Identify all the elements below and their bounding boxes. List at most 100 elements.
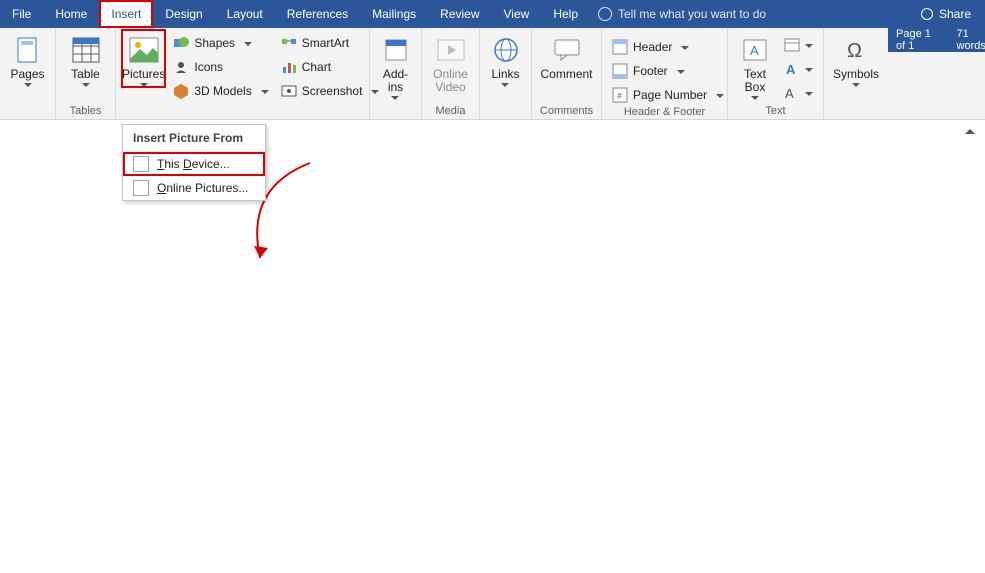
textbox-button[interactable]: A Text Box (734, 30, 776, 100)
chevron-down-icon (751, 96, 759, 100)
chevron-down-icon (805, 92, 813, 96)
page-number-button[interactable]: #Page Number (608, 84, 728, 106)
share-icon (921, 8, 933, 20)
header-icon (612, 39, 628, 55)
collapse-ribbon-button[interactable] (961, 124, 979, 138)
group-symbols: Ω Symbols (824, 28, 888, 119)
screenshot-button[interactable]: Screenshot (277, 80, 384, 102)
chevron-up-icon (965, 129, 975, 134)
menu-header: Insert Picture From (123, 125, 265, 152)
tab-references[interactable]: References (275, 0, 360, 28)
cube-icon (173, 83, 189, 99)
chart-button[interactable]: Chart (277, 56, 384, 78)
addins-icon (380, 34, 412, 66)
comment-button[interactable]: Comment (538, 30, 595, 81)
online-icon (133, 180, 149, 196)
group-caption-text: Text (734, 105, 817, 119)
textbox-icon: A (739, 34, 771, 66)
tell-me-text: Tell me what you want to do (618, 7, 766, 21)
ribbon: Pages Table Tables Pictures Shapes Icons… (0, 28, 985, 120)
group-header-footer: Header Footer #Page Number Header & Foot… (602, 28, 728, 119)
status-bar: Page 1 of 1 71 words 110% (888, 28, 985, 52)
group-caption-media: Media (428, 105, 473, 119)
menu-this-device-label: This Device... (157, 157, 230, 171)
group-illustrations: Pictures Shapes Icons 3D Models SmartArt… (116, 28, 370, 119)
tab-layout[interactable]: Layout (215, 0, 275, 28)
device-icon (133, 156, 149, 172)
menu-online-label: Online Pictures... (157, 181, 248, 195)
symbols-button[interactable]: Ω Symbols (830, 30, 882, 87)
group-caption-comments: Comments (538, 105, 595, 119)
smartart-icon (281, 35, 297, 51)
svg-text:A: A (785, 86, 794, 100)
tab-review[interactable]: Review (428, 0, 491, 28)
pictures-button[interactable]: Pictures (122, 30, 165, 87)
icons-icon (173, 59, 189, 75)
chevron-down-icon (716, 94, 724, 98)
group-pages: Pages (0, 28, 56, 119)
chevron-down-icon (677, 70, 685, 74)
page-number-icon: # (612, 87, 628, 103)
group-media: Online Video Media (422, 28, 480, 119)
header-button[interactable]: Header (608, 36, 728, 58)
chevron-down-icon (261, 90, 269, 94)
chevron-down-icon (501, 83, 509, 87)
tab-design[interactable]: Design (153, 0, 214, 28)
footer-button[interactable]: Footer (608, 60, 728, 82)
group-addins: Add- ins (370, 28, 422, 119)
dropcap-icon: A (784, 85, 800, 101)
svg-text:#: # (617, 91, 622, 101)
dropcap-button[interactable]: A (780, 82, 817, 104)
share-label: Share (939, 7, 971, 21)
insert-picture-menu: Insert Picture From This Device... Onlin… (122, 124, 266, 201)
shapes-button[interactable]: Shapes (169, 32, 272, 54)
screenshot-icon (281, 83, 297, 99)
pages-icon (12, 34, 44, 66)
smartart-button[interactable]: SmartArt (277, 32, 384, 54)
parts-icon (784, 37, 800, 53)
status-words[interactable]: 71 words (957, 28, 985, 52)
lightbulb-icon (598, 7, 612, 21)
pages-button[interactable]: Pages (6, 30, 49, 87)
footer-icon (612, 63, 628, 79)
menu-this-device[interactable]: This Device... (123, 152, 265, 176)
tab-home[interactable]: Home (43, 0, 99, 28)
link-icon (490, 34, 522, 66)
tab-file[interactable]: File (0, 0, 43, 28)
omega-icon: Ω (840, 34, 872, 66)
chevron-down-icon (852, 83, 860, 87)
titlebar: File Home Insert Design Layout Reference… (0, 0, 985, 28)
tab-view[interactable]: View (492, 0, 542, 28)
chevron-down-icon (140, 83, 148, 87)
links-button[interactable]: Links (486, 30, 525, 87)
quick-parts-button[interactable] (780, 34, 817, 56)
tell-me-search[interactable]: Tell me what you want to do (598, 7, 766, 21)
addins-button[interactable]: Add- ins (376, 30, 415, 100)
3d-models-button[interactable]: 3D Models (169, 80, 272, 102)
svg-text:Ω: Ω (847, 40, 862, 62)
chevron-down-icon (805, 68, 813, 72)
wordart-button[interactable]: A (780, 58, 817, 80)
table-icon (70, 34, 102, 66)
tab-help[interactable]: Help (541, 0, 590, 28)
menu-online-pictures[interactable]: Online Pictures... (123, 176, 265, 200)
icons-button[interactable]: Icons (169, 56, 272, 78)
group-caption-tables: Tables (62, 105, 109, 119)
ribbon-tabs: File Home Insert Design Layout Reference… (0, 0, 766, 28)
wordart-icon: A (784, 61, 800, 77)
chevron-down-icon (805, 44, 813, 48)
chart-icon (281, 59, 297, 75)
chevron-down-icon (681, 46, 689, 50)
comment-icon (551, 34, 583, 66)
tab-mailings[interactable]: Mailings (360, 0, 428, 28)
group-comments: Comment Comments (532, 28, 602, 119)
status-page[interactable]: Page 1 of 1 (896, 28, 943, 52)
share-button[interactable]: Share (907, 7, 985, 21)
group-text: A Text Box A A Text (728, 28, 824, 119)
group-caption-hf: Header & Footer (608, 106, 721, 120)
group-tables: Table Tables (56, 28, 116, 119)
shapes-icon (173, 35, 189, 51)
tab-insert[interactable]: Insert (99, 0, 153, 28)
online-video-button[interactable]: Online Video (428, 30, 473, 94)
table-button[interactable]: Table (62, 30, 109, 87)
